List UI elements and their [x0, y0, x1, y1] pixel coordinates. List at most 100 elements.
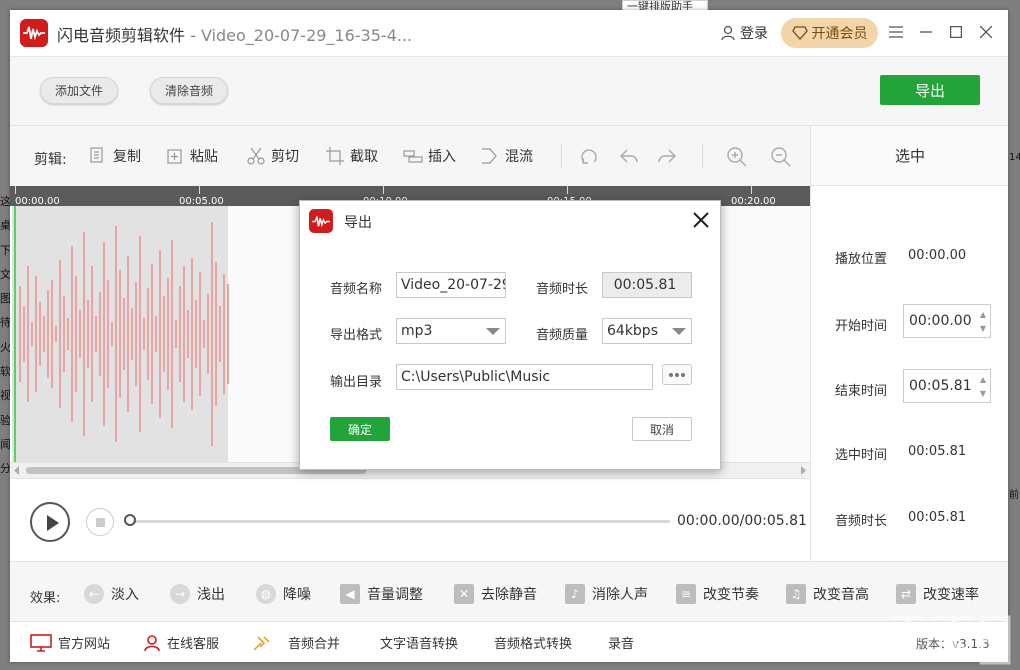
- fade-out-button[interactable]: → 浅出: [170, 584, 225, 604]
- fade-in-button[interactable]: ← 淡入: [84, 584, 139, 604]
- clear-audio-button[interactable]: 清除音频: [150, 77, 228, 104]
- website-link[interactable]: 官方网站: [30, 633, 110, 652]
- format-select[interactable]: mp3: [396, 318, 506, 344]
- copy-button[interactable]: 复制: [88, 146, 141, 166]
- cut-button[interactable]: 剪切: [246, 146, 299, 166]
- end-time-label: 结束时间: [835, 384, 888, 399]
- reset-icon[interactable]: [578, 146, 600, 168]
- login-button[interactable]: 登录: [720, 23, 768, 43]
- audio-duration-value: 00:05.81: [908, 510, 967, 525]
- up-arrow-icon[interactable]: ▲: [980, 374, 986, 386]
- dialog-header: 导出: [300, 201, 720, 241]
- more-icon-dot: [675, 372, 679, 377]
- tempo-label: 改变节奏: [703, 587, 759, 603]
- trim-label: 截取: [350, 149, 378, 165]
- zoom-in-icon[interactable]: [726, 146, 748, 168]
- undo-icon[interactable]: [618, 146, 640, 168]
- player-bar: 00:00.00/00:05.81: [10, 478, 810, 561]
- audio-name-input[interactable]: Video_20-07-29: [396, 272, 506, 298]
- remove-vocal-button[interactable]: ♪ 消除人声: [565, 584, 648, 604]
- zoom-out-icon[interactable]: [770, 146, 792, 168]
- format-convert-link[interactable]: 音频格式转换: [494, 633, 572, 652]
- tempo-icon: ≡: [676, 584, 696, 604]
- insert-label: 插入: [428, 149, 456, 165]
- mix-button[interactable]: 混流: [480, 146, 533, 166]
- scroll-left-icon[interactable]: [13, 466, 21, 475]
- record-label: 录音: [608, 637, 635, 652]
- audio-name-value: Video_20-07-29: [401, 277, 506, 293]
- fade-in-label: 淡入: [111, 587, 139, 603]
- scroll-right-icon[interactable]: [799, 466, 807, 475]
- ok-button[interactable]: 确定: [330, 417, 390, 441]
- fade-in-icon: ←: [84, 584, 104, 604]
- selection-panel: 选中 播放位置 00:00.00 开始时间 00:00.00 ▲ ▼ 结束时间 …: [810, 126, 1008, 561]
- tts-link[interactable]: 文字语音转换: [380, 633, 458, 652]
- output-dir-input[interactable]: C:\Users\Public\Music: [396, 364, 653, 390]
- play-position-value: 00:00.00: [908, 248, 967, 263]
- title-bar: 闪电音频剪辑软件 - Video_20-07-29_16-35-4... 登录 …: [10, 10, 1008, 56]
- export-label: 导出: [914, 81, 945, 100]
- time-readout: 00:00.00/00:05.81: [677, 513, 807, 529]
- mix-icon: [482, 148, 497, 164]
- close-icon: [980, 26, 992, 38]
- footer-bar: 官方网站 在线客服 音频合并 文字语音转换 音频格式转换 录音 版本：v3.1.…: [10, 621, 1008, 662]
- end-time-field[interactable]: 00:05.81 ▲ ▼: [903, 369, 991, 403]
- progress-knob[interactable]: [124, 514, 136, 526]
- paste-button[interactable]: 粘贴: [165, 146, 218, 166]
- remove-silence-button[interactable]: ✕ 去除静音: [454, 584, 537, 604]
- trim-button[interactable]: 截取: [325, 146, 378, 166]
- insert-button[interactable]: 插入: [403, 146, 456, 166]
- menu-button[interactable]: [886, 22, 906, 42]
- vip-button[interactable]: 开通会员: [781, 18, 878, 48]
- effects-bar: 效果: ← 淡入 → 浅出 ◍ 降噪 ◀ 音量调整 ✕ 去除静音 ♪ 消除人声 ≡ 改变节奏 …: [10, 561, 1008, 621]
- add-file-label: 添加文件: [54, 84, 103, 98]
- diamond-icon: [791, 26, 808, 40]
- denoise-button[interactable]: ◍ 降噪: [256, 584, 311, 604]
- insert-icon: [403, 150, 423, 163]
- toolbar-divider: [561, 144, 562, 168]
- stop-button[interactable]: [86, 508, 114, 536]
- record-link[interactable]: 录音: [608, 633, 634, 652]
- down-arrow-icon[interactable]: ▼: [980, 388, 986, 400]
- speed-label: 改变速率: [923, 587, 979, 603]
- dialog-title: 导出: [344, 215, 372, 231]
- watermark-logo: [890, 615, 1011, 665]
- start-time-field[interactable]: 00:00.00 ▲ ▼: [903, 304, 991, 338]
- scissors-icon: [247, 147, 265, 165]
- maximize-button[interactable]: [946, 22, 966, 42]
- waveform: [19, 222, 229, 446]
- quality-select[interactable]: 64kbps: [602, 318, 692, 344]
- speed-button[interactable]: ⇄ 改变速率: [896, 584, 979, 604]
- redo-icon[interactable]: [656, 146, 678, 168]
- down-arrow-icon[interactable]: ▼: [980, 323, 986, 335]
- audio-duration-label: 音频时长: [835, 514, 888, 529]
- minimize-button[interactable]: [916, 22, 936, 42]
- vip-label: 开通会员: [811, 26, 868, 42]
- mix-label: 混流: [505, 149, 533, 165]
- website-label: 官方网站: [58, 637, 111, 652]
- pitch-button[interactable]: ♫ 改变音高: [786, 584, 869, 604]
- export-button[interactable]: 导出: [880, 75, 980, 105]
- volume-button[interactable]: ◀ 音量调整: [340, 584, 423, 604]
- pitch-label: 改变音高: [813, 587, 869, 603]
- merge-label: 音频合并: [288, 637, 341, 652]
- progress-track[interactable]: [130, 520, 670, 523]
- playhead[interactable]: [14, 206, 16, 462]
- browse-button[interactable]: [662, 364, 692, 385]
- file-name: Video_20-07-29_16-35-4...: [200, 26, 413, 45]
- tempo-button[interactable]: ≡ 改变节奏: [676, 584, 759, 604]
- desktop-right-fragment: 前: [1009, 490, 1019, 501]
- toolbar-divider: [702, 144, 703, 168]
- menu-icon: [889, 26, 903, 38]
- support-link[interactable]: 在线客服: [143, 633, 219, 652]
- output-dir-label: 输出目录: [330, 375, 383, 390]
- add-file-button[interactable]: 添加文件: [40, 77, 118, 104]
- play-button[interactable]: [30, 502, 70, 542]
- ok-label: 确定: [347, 422, 372, 437]
- merge-link[interactable]: 音频合并: [252, 633, 340, 652]
- clear-audio-label: 清除音频: [164, 84, 213, 98]
- close-button[interactable]: [976, 22, 996, 42]
- up-arrow-icon[interactable]: ▲: [980, 309, 986, 321]
- cancel-button[interactable]: 取消: [632, 417, 692, 441]
- close-icon[interactable]: [691, 210, 711, 230]
